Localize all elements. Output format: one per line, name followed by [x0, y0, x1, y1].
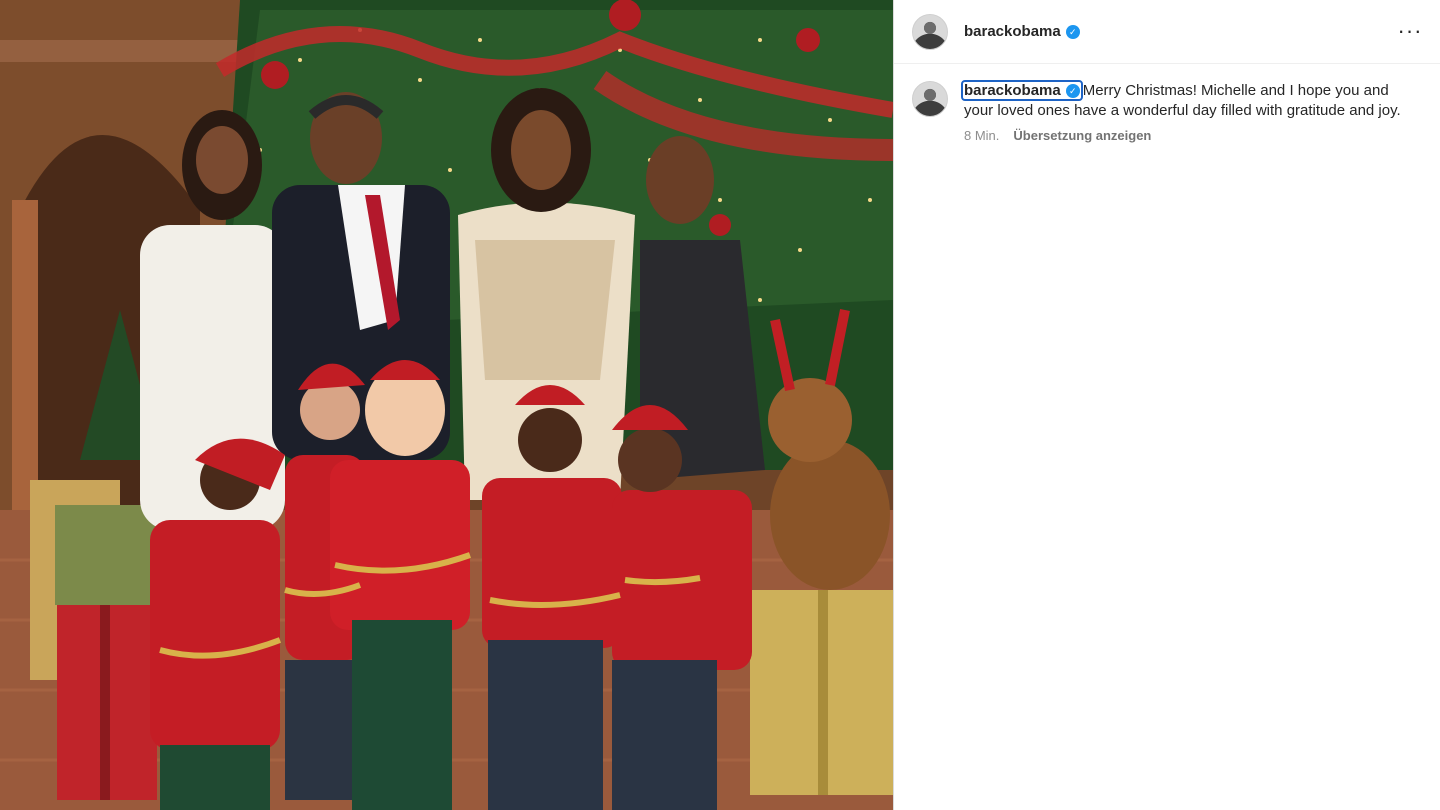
post-timestamp[interactable]: 8 Min. [964, 128, 999, 143]
caption-text-block: barackobama ✓ Merry Christmas! Michelle an… [961, 80, 1409, 121]
more-options-icon[interactable]: ··· [1398, 18, 1422, 43]
profile-avatar[interactable] [912, 13, 948, 50]
caption-comment: barackobama ✓ Merry Christmas! Michelle an… [894, 64, 1440, 143]
photo-illustration [0, 0, 893, 810]
post-side-panel: barackobama ✓ ··· barackobama ✓ Merry Chri… [893, 0, 1440, 810]
see-translation-button[interactable]: Übersetzung anzeigen [1013, 128, 1151, 143]
header-username[interactable]: barackobama [964, 23, 1061, 40]
verified-badge-icon: ✓ [1065, 24, 1080, 39]
caption-username[interactable]: barackobama [964, 82, 1061, 99]
instagram-post: barackobama ✓ ··· barackobama ✓ Merry Chri… [0, 0, 1440, 810]
post-photo[interactable] [0, 0, 893, 810]
post-header: barackobama ✓ ··· [894, 0, 1440, 64]
caption-avatar[interactable] [912, 81, 948, 117]
caption-body: barackobama ✓ Merry Christmas! Michelle an… [961, 80, 1409, 143]
caption-meta: 8 Min. Übersetzung anzeigen [964, 128, 1409, 143]
caption-username-link[interactable]: barackobama ✓ [961, 80, 1083, 101]
header-username-link[interactable]: barackobama ✓ [964, 23, 1080, 40]
caption-verified-badge-icon: ✓ [1065, 83, 1080, 98]
